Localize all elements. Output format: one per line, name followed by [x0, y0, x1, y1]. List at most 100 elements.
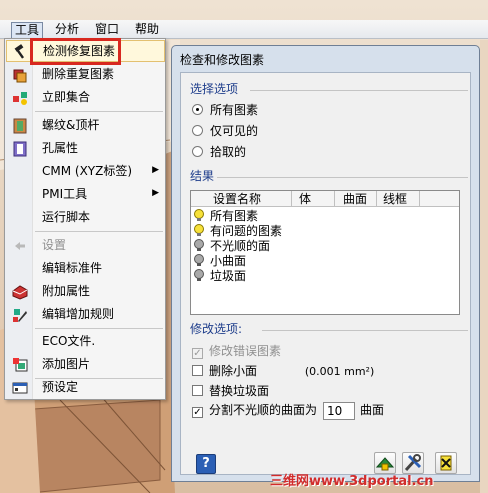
results-row[interactable]: 垃圾面 — [193, 269, 246, 283]
results-row-name: 小曲面 — [210, 254, 247, 268]
radio-button[interactable] — [192, 125, 203, 136]
hole-attr-icon — [12, 141, 28, 157]
results-table[interactable]: 设置名称 体 曲面 线框 所有图素 有问题的图素 不光顺的面 小曲面 垃圾面 — [190, 190, 460, 315]
column-divider — [291, 191, 292, 207]
duplicate-delete-icon — [12, 67, 28, 83]
results-row[interactable]: 小曲面 — [193, 254, 246, 268]
submenu-arrow-icon: ▶ — [152, 188, 159, 198]
menu-tools[interactable]: 工具 — [11, 22, 44, 39]
menu-item-label: 立即集合 — [42, 90, 91, 104]
select-options-heading: 选择选项 — [190, 82, 239, 96]
menu-item-label: 预设定 — [42, 380, 79, 394]
menu-item-label: 设置 — [42, 238, 67, 252]
col-set-name[interactable]: 设置名称 — [213, 192, 261, 206]
checkbox: ✓ — [192, 348, 203, 359]
menu-item-settings: 设置 — [6, 235, 165, 257]
menu-window[interactable]: 窗口 — [92, 22, 122, 37]
gray-bulb-icon — [193, 254, 205, 267]
section-divider — [250, 90, 468, 91]
col-surface[interactable]: 曲面 — [343, 192, 367, 206]
radio-button[interactable] — [192, 104, 203, 115]
menu-item-run-script[interactable]: 运行脚本 — [6, 207, 165, 229]
menu-separator — [35, 111, 163, 112]
menu-item-label: 删除重复图素 — [42, 67, 115, 81]
results-row-name: 垃圾面 — [210, 269, 247, 283]
checkbox-split-rough-surfaces[interactable]: ✓ 分割不光顺的曲面为 10 曲面 — [192, 401, 384, 420]
checkbox[interactable] — [192, 385, 203, 396]
radio-all-entities[interactable]: 所有图素 — [192, 101, 258, 118]
menu-item-label: 编辑标准件 — [42, 261, 103, 275]
results-row-name: 所有图素 — [210, 209, 259, 223]
red-highlight-box — [30, 38, 121, 65]
menu-analysis[interactable]: 分析 — [52, 22, 82, 37]
column-divider — [376, 191, 377, 207]
checkbox[interactable]: ✓ — [192, 407, 203, 418]
menu-separator — [35, 328, 163, 329]
column-divider — [419, 191, 420, 207]
tools-dropdown-menu: 检测修复图素 删除重复图素 立即集合 螺纹&顶杆 孔属性 CMM (XYZ标签)… — [4, 38, 166, 400]
menu-item-assemble-now[interactable]: 立即集合 — [6, 87, 165, 109]
dialog-title: 检查和修改图素 — [180, 53, 265, 67]
checkbox-replace-junk-faces[interactable]: 替换垃圾面 — [192, 382, 269, 399]
checkbox-fix-errors: ✓ 修改错误图素 — [192, 342, 281, 359]
radio-button[interactable] — [192, 146, 203, 157]
checkbox[interactable] — [192, 365, 203, 376]
menu-item-cmm[interactable]: CMM (XYZ标签) ▶ — [6, 161, 165, 183]
menu-item-label: 螺纹&顶杆 — [42, 118, 100, 132]
section-divider — [217, 177, 468, 178]
menu-item-label: ECO文件. — [42, 334, 96, 348]
col-body[interactable]: 体 — [299, 192, 311, 206]
menu-item-hole-attributes[interactable]: 孔属性 — [6, 138, 165, 160]
menu-item-label: 添加图片 — [42, 357, 91, 371]
help-button[interactable]: ? — [196, 454, 216, 474]
results-row-name: 有问题的图素 — [210, 224, 283, 238]
add-image-icon — [12, 357, 28, 373]
checkbox-label: 删除小面 — [209, 364, 258, 378]
menu-item-pmi-tools[interactable]: PMI工具 ▶ — [6, 184, 165, 206]
col-wireframe[interactable]: 线框 — [383, 192, 407, 206]
menu-bar: 工具 分析 窗口 帮助 — [0, 20, 488, 39]
menu-help[interactable]: 帮助 — [132, 22, 162, 37]
small-face-tolerance: (0.001 mm²) — [304, 365, 375, 378]
radio-label: 所有图素 — [210, 103, 259, 117]
checkbox-label: 替换垃圾面 — [209, 384, 270, 398]
close-button[interactable] — [435, 452, 457, 474]
menu-item-label: 编辑增加规则 — [42, 307, 115, 321]
menu-item-presets[interactable]: 预设定 — [6, 377, 165, 399]
checkbox-label: 分割不光顺的曲面为 — [209, 403, 318, 417]
close-icon — [440, 455, 452, 471]
menu-item-eco-file[interactable]: ECO文件. — [6, 331, 165, 353]
checkbox-delete-small-faces[interactable]: 删除小面 (0.001 mm²) — [192, 362, 374, 379]
split-count-input[interactable]: 10 — [323, 401, 356, 420]
gray-bulb-icon — [193, 269, 205, 282]
menu-item-thread-pin[interactable]: 螺纹&顶杆 — [6, 115, 165, 137]
menu-item-delete-duplicates[interactable]: 删除重复图素 — [6, 64, 165, 86]
results-row[interactable]: 不光顺的面 — [193, 239, 270, 253]
submenu-arrow-icon: ▶ — [152, 165, 159, 175]
settings-arrow-icon — [12, 238, 28, 254]
menu-item-additional-attributes[interactable]: 附加属性 — [6, 281, 165, 303]
results-row-name: 不光顺的面 — [210, 239, 271, 253]
menu-item-edit-add-rule[interactable]: 编辑增加规则 — [6, 304, 165, 326]
gray-bulb-icon — [193, 239, 205, 252]
thread-pin-icon — [12, 118, 28, 134]
radio-picked[interactable]: 拾取的 — [192, 143, 246, 160]
menu-item-label: PMI工具 — [42, 187, 88, 201]
checkbox-label: 修改错误图素 — [209, 344, 282, 358]
watermark-text: 三维网www.3dportal.cn — [270, 474, 434, 489]
radio-label: 仅可见的 — [210, 124, 259, 138]
radio-visible-only[interactable]: 仅可见的 — [192, 122, 258, 139]
radio-label: 拾取的 — [210, 145, 247, 159]
attribute-icon — [12, 284, 28, 300]
menu-item-add-image[interactable]: 添加图片 — [6, 354, 165, 376]
yellow-bulb-icon — [193, 209, 205, 222]
menu-item-edit-standard-parts[interactable]: 编辑标准件 — [6, 258, 165, 280]
split-unit-label: 曲面 — [360, 403, 385, 417]
hammer-icon — [13, 44, 29, 60]
results-row[interactable]: 所有图素 — [193, 209, 258, 223]
menu-item-label: 附加属性 — [42, 284, 91, 298]
menu-item-label: 运行脚本 — [42, 210, 91, 224]
results-heading: 结果 — [190, 169, 215, 183]
modify-options-heading: 修改选项: — [190, 322, 243, 336]
results-row[interactable]: 有问题的图素 — [193, 224, 282, 238]
